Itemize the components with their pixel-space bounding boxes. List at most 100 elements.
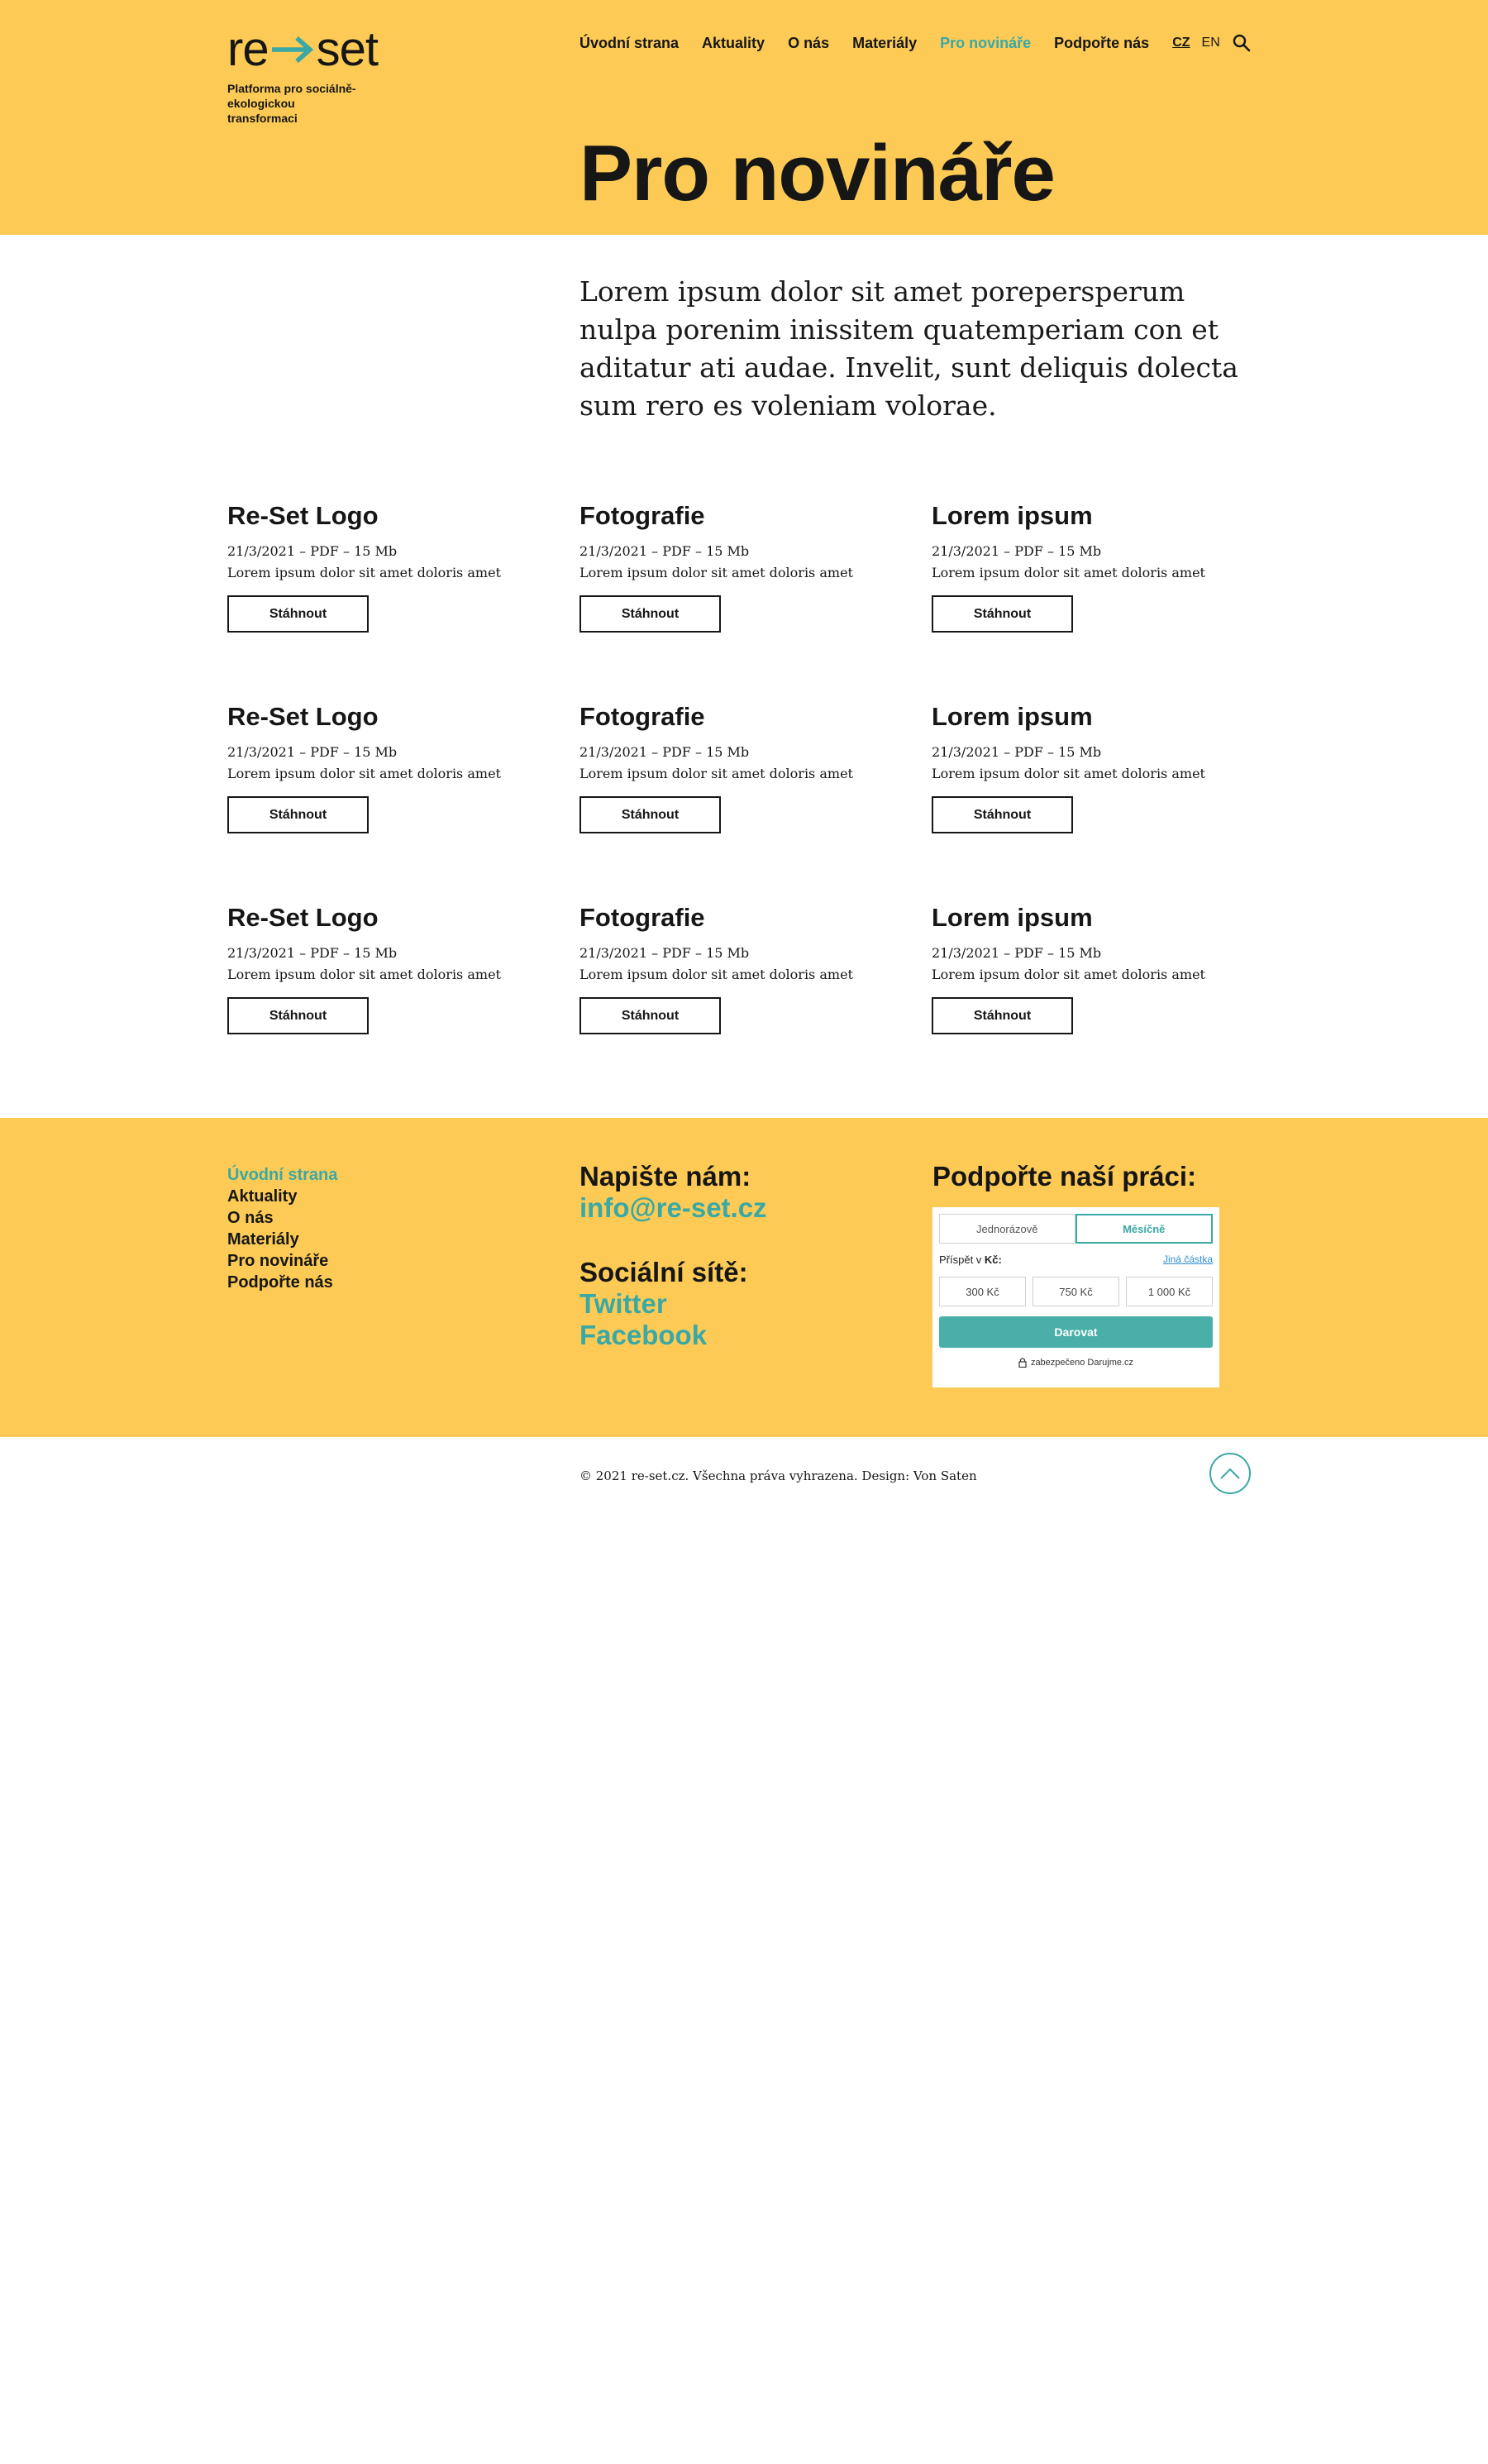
support-section: Podpořte naší práci: Jednorázově Měsíčně… xyxy=(932,1161,1219,1387)
card-title: Lorem ipsum xyxy=(932,903,1093,932)
card-description: Lorem ipsum dolor sit amet doloris amet xyxy=(227,766,501,781)
download-button[interactable]: Stáhnout xyxy=(932,595,1073,633)
card-meta: 21/3/2021 – PDF – 15 Mb xyxy=(932,543,1102,559)
logo-mark: re set xyxy=(227,22,430,76)
card-meta: 21/3/2021 – PDF – 15 Mb xyxy=(227,945,398,961)
download-card: Re-Set Logo 21/3/2021 – PDF – 15 Mb Lore… xyxy=(227,496,579,697)
nav-item-press[interactable]: Pro novináře xyxy=(940,35,1031,52)
card-description: Lorem ipsum dolor sit amet doloris amet xyxy=(579,766,853,781)
download-card: Fotografie 21/3/2021 – PDF – 15 Mb Lorem… xyxy=(579,697,932,898)
support-heading: Podpořte naší práci: xyxy=(932,1161,1197,1191)
amount-option[interactable]: 750 Kč xyxy=(1033,1277,1119,1306)
card-meta: 21/3/2021 – PDF – 15 Mb xyxy=(227,744,398,760)
nav-item-materials[interactable]: Materiály xyxy=(852,35,917,52)
tab-monthly[interactable]: Měsíčně xyxy=(1075,1214,1213,1244)
site-logo[interactable]: re set Platforma pro sociálně-ekologicko… xyxy=(227,22,430,126)
lock-icon xyxy=(1018,1358,1027,1368)
card-title: Fotografie xyxy=(579,702,705,731)
contact-section: Napište nám: info@re-set.cz Sociální sít… xyxy=(579,1161,767,1351)
footer-link-news[interactable]: Aktuality xyxy=(227,1186,337,1207)
logo-word-left: re xyxy=(227,22,269,76)
download-card: Re-Set Logo 21/3/2021 – PDF – 15 Mb Lore… xyxy=(227,898,579,1099)
download-card: Lorem ipsum 21/3/2021 – PDF – 15 Mb Lore… xyxy=(932,898,1262,1099)
downloads-grid: Re-Set Logo 21/3/2021 – PDF – 15 Mb Lore… xyxy=(227,496,1261,1099)
search-icon[interactable] xyxy=(1232,33,1252,53)
logo-tagline: Platforma pro sociálně-ekologickou trans… xyxy=(227,82,356,125)
main-nav: Úvodní strana Aktuality O nás Materiály … xyxy=(579,31,1252,55)
download-card: Fotografie 21/3/2021 – PDF – 15 Mb Lorem… xyxy=(579,496,932,697)
donate-button[interactable]: Darovat xyxy=(939,1316,1213,1348)
footer-link-press[interactable]: Pro novináře xyxy=(227,1250,337,1272)
card-title: Lorem ipsum xyxy=(932,702,1093,731)
lang-cz[interactable]: CZ xyxy=(1172,36,1190,50)
card-meta: 21/3/2021 – PDF – 15 Mb xyxy=(227,543,398,559)
amount-option[interactable]: 300 Kč xyxy=(939,1277,1026,1306)
card-title: Lorem ipsum xyxy=(932,501,1093,530)
footer-link-support[interactable]: Podpořte nás xyxy=(227,1272,337,1293)
nav-item-about[interactable]: O nás xyxy=(788,35,829,52)
card-meta: 21/3/2021 – PDF – 15 Mb xyxy=(579,945,750,961)
page-title: Pro novináře xyxy=(579,129,1056,217)
site-header: re set Platforma pro sociálně-ekologicko… xyxy=(0,0,1488,235)
card-title: Re-Set Logo xyxy=(227,702,379,731)
nav-item-home[interactable]: Úvodní strana xyxy=(579,35,679,52)
currency-label: Kč: xyxy=(984,1253,1002,1266)
download-card: Lorem ipsum 21/3/2021 – PDF – 15 Mb Lore… xyxy=(932,697,1262,898)
card-description: Lorem ipsum dolor sit amet doloris amet xyxy=(932,565,1205,580)
twitter-link[interactable]: Twitter xyxy=(579,1288,767,1320)
social-heading: Sociální sítě: xyxy=(579,1257,748,1287)
logo-word-right: set xyxy=(316,22,379,76)
download-button[interactable]: Stáhnout xyxy=(579,595,721,633)
card-description: Lorem ipsum dolor sit amet doloris amet xyxy=(932,766,1205,781)
nav-item-news[interactable]: Aktuality xyxy=(702,35,765,52)
download-button[interactable]: Stáhnout xyxy=(932,997,1073,1034)
download-card: Re-Set Logo 21/3/2021 – PDF – 15 Mb Lore… xyxy=(227,697,579,898)
footer-nav: Úvodní strana Aktuality O nás Materiály … xyxy=(227,1164,337,1293)
contribution-row: Příspět v Kč: Jiná částka xyxy=(939,1252,1213,1267)
card-description: Lorem ipsum dolor sit amet doloris amet xyxy=(579,565,853,580)
card-description: Lorem ipsum dolor sit amet doloris amet xyxy=(932,967,1205,982)
download-card: Lorem ipsum 21/3/2021 – PDF – 15 Mb Lore… xyxy=(932,496,1262,697)
contact-heading: Napište nám: xyxy=(579,1161,751,1191)
tab-one-time[interactable]: Jednorázově xyxy=(939,1214,1075,1244)
download-button[interactable]: Stáhnout xyxy=(227,595,369,633)
amount-options: 300 Kč 750 Kč 1 000 Kč xyxy=(939,1277,1213,1306)
facebook-link[interactable]: Facebook xyxy=(579,1320,767,1351)
other-amount-link[interactable]: Jiná částka xyxy=(1163,1253,1213,1265)
card-meta: 21/3/2021 – PDF – 15 Mb xyxy=(932,744,1102,760)
download-button[interactable]: Stáhnout xyxy=(579,997,721,1034)
contribution-label-text: Příspět v xyxy=(939,1253,982,1266)
donation-widget: Jednorázově Měsíčně Příspět v Kč: Jiná č… xyxy=(932,1207,1219,1387)
footer-link-materials[interactable]: Materiály xyxy=(227,1229,337,1250)
nav-item-support[interactable]: Podpořte nás xyxy=(1054,35,1149,52)
donation-tabs: Jednorázově Měsíčně xyxy=(939,1214,1213,1244)
card-description: Lorem ipsum dolor sit amet doloris amet xyxy=(227,565,501,580)
contribution-label: Příspět v Kč: xyxy=(939,1253,1002,1266)
download-button[interactable]: Stáhnout xyxy=(579,796,721,833)
footer-link-home[interactable]: Úvodní strana xyxy=(227,1164,337,1186)
secured-note: zabezpečeno Darujme.cz xyxy=(939,1358,1213,1368)
secured-text: zabezpečeno Darujme.cz xyxy=(1030,1358,1134,1368)
card-title: Fotografie xyxy=(579,903,705,932)
copyright-text: © 2021 re-set.cz. Všechna práva vyhrazen… xyxy=(579,1468,977,1483)
card-description: Lorem ipsum dolor sit amet doloris amet xyxy=(227,967,501,982)
site-footer: Úvodní strana Aktuality O nás Materiály … xyxy=(0,1118,1488,1437)
card-description: Lorem ipsum dolor sit amet doloris amet xyxy=(579,967,853,982)
card-meta: 21/3/2021 – PDF – 15 Mb xyxy=(579,543,750,559)
intro-text: Lorem ipsum dolor sit amet porepersperum… xyxy=(579,275,1238,422)
card-title: Re-Set Logo xyxy=(227,501,379,530)
card-title: Re-Set Logo xyxy=(227,903,379,932)
card-title: Fotografie xyxy=(579,501,705,530)
contact-email-link[interactable]: info@re-set.cz xyxy=(579,1192,767,1224)
download-button[interactable]: Stáhnout xyxy=(227,796,369,833)
footer-link-about[interactable]: O nás xyxy=(227,1207,337,1229)
arrow-right-icon xyxy=(271,36,313,64)
download-card: Fotografie 21/3/2021 – PDF – 15 Mb Lorem… xyxy=(579,898,932,1099)
scroll-to-top-button[interactable] xyxy=(1209,1453,1251,1494)
card-meta: 21/3/2021 – PDF – 15 Mb xyxy=(932,945,1102,961)
download-button[interactable]: Stáhnout xyxy=(227,997,369,1034)
download-button[interactable]: Stáhnout xyxy=(932,796,1073,833)
lang-en[interactable]: EN xyxy=(1202,36,1220,50)
chevron-up-icon xyxy=(1220,1468,1240,1479)
amount-option[interactable]: 1 000 Kč xyxy=(1126,1277,1213,1306)
